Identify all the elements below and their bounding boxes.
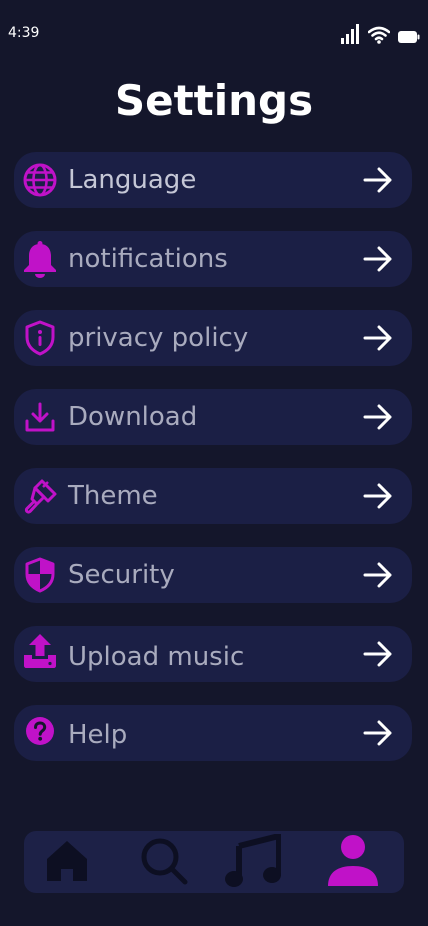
wifi-icon (367, 26, 391, 48)
arrow-right-icon (362, 480, 394, 512)
status-icons (340, 24, 420, 48)
search-icon (139, 836, 189, 890)
tab-home[interactable] (37, 835, 97, 891)
settings-item-language[interactable]: Language (14, 152, 412, 208)
settings-item-label: privacy policy (68, 323, 249, 353)
bell-icon (22, 241, 58, 278)
arrow-right-icon (362, 164, 394, 196)
arrow-right-icon (362, 717, 394, 749)
settings-item-notifications[interactable]: notifications (14, 231, 412, 287)
settings-item-upload-music[interactable]: Upload music (14, 626, 412, 682)
settings-item-download[interactable]: Download (14, 389, 412, 445)
settings-item-label: Help (68, 720, 128, 751)
arrow-right-icon (362, 638, 394, 670)
shield-half-icon (22, 557, 58, 593)
settings-item-label: Security (68, 560, 175, 590)
battery-icon (398, 29, 420, 48)
status-bar: 4:39 (0, 0, 428, 60)
globe-icon (22, 162, 58, 198)
arrow-right-icon (362, 322, 394, 354)
settings-item-label: Language (68, 165, 197, 195)
settings-item-label: Upload music (68, 642, 245, 673)
shield-info-icon (22, 320, 58, 356)
settings-item-label: Download (68, 402, 198, 432)
tab-music[interactable] (223, 833, 283, 892)
tab-profile[interactable] (323, 835, 383, 891)
settings-item-label: Theme (68, 481, 158, 511)
question-circle-icon (22, 713, 58, 749)
status-time: 4:39 (8, 25, 40, 41)
arrow-right-icon (362, 401, 394, 433)
paint-brush-icon (22, 478, 58, 514)
download-icon (22, 399, 58, 435)
arrow-right-icon (362, 243, 394, 275)
music-note-icon (225, 833, 282, 892)
settings-item-help[interactable]: Help (14, 705, 412, 761)
settings-item-label: notifications (68, 244, 228, 274)
profile-icon (326, 834, 380, 892)
settings-screen: 4:39 Settings Language notifications pri… (0, 0, 428, 926)
arrow-right-icon (362, 559, 394, 591)
tab-search[interactable] (134, 835, 194, 891)
page-title: Settings (114, 76, 314, 125)
signal-icon (340, 24, 360, 48)
settings-item-privacy-policy[interactable]: privacy policy (14, 310, 412, 366)
settings-item-security[interactable]: Security (14, 547, 412, 603)
settings-item-theme[interactable]: Theme (14, 468, 412, 524)
upload-icon (22, 633, 58, 669)
bottom-tab-bar (24, 831, 404, 893)
home-icon (45, 839, 89, 887)
